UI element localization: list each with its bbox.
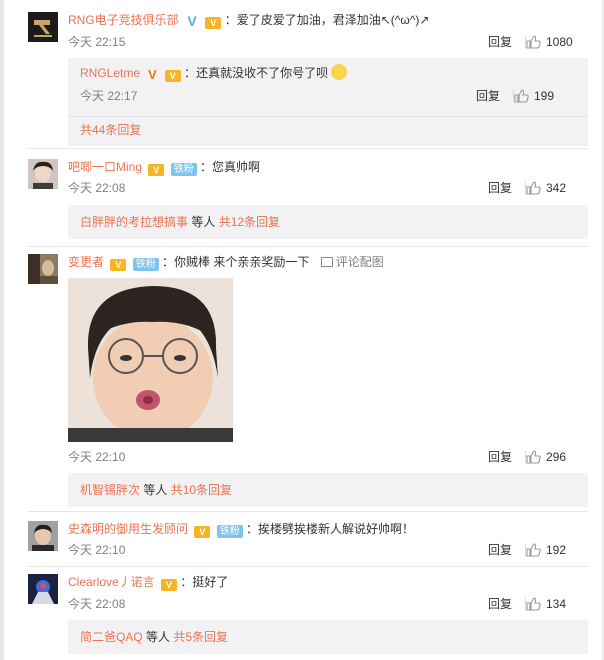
comment-divider (28, 511, 588, 512)
avatar[interactable] (28, 521, 58, 551)
more-replies-mid: 等人 (140, 483, 171, 497)
like-count: 296 (546, 450, 567, 464)
iron-fan-badge: 铁粉 (132, 258, 159, 271)
smiley-emoji-icon (331, 64, 348, 80)
comment-time: 今天 22:10 (68, 543, 126, 557)
comment-time: 今天 22:08 (68, 597, 126, 611)
comment-meta: 今天 22:10 回复 192 (68, 542, 588, 558)
thumbs-up-icon (526, 181, 541, 195)
comment-username[interactable]: 变更者 (68, 255, 104, 269)
vip-crown-icon: V (110, 259, 127, 271)
subreply-reply-button[interactable]: 回复 (476, 88, 500, 104)
left-scroll-rule (0, 0, 4, 660)
more-replies-link[interactable]: 共44条回复 (80, 123, 141, 137)
like-count: 192 (546, 543, 567, 557)
reply-button[interactable]: 回复 (488, 542, 512, 558)
comment-meta: 今天 22:08 回复 134 (68, 596, 588, 612)
iron-fan-badge: 铁粉 (216, 525, 243, 538)
comment-text: ：挨楼劈挨楼新人解说好帅啊！ (246, 522, 415, 536)
more-replies-box: 简二爸QAQ 等人 共5条回复 (68, 620, 588, 654)
more-replies-link[interactable]: 共10条回复 (171, 483, 232, 497)
like-count: 1080 (546, 35, 573, 49)
comment-picture[interactable] (68, 278, 233, 442)
thumbs-up-icon (526, 35, 541, 49)
comment-text: ：您真帅啊 (200, 160, 261, 174)
comment-time: 今天 22:08 (68, 181, 126, 195)
comment-meta: 今天 22:08 回复 342 (68, 180, 588, 196)
vip-crown-icon: V (205, 17, 222, 29)
comment-text: ：你贼棒 来个亲亲奖励一下 (162, 255, 310, 269)
comment-item: Clearlove丿诺言 V ：挺好了 今天 22:08 回复 134 简二爸Q… (28, 574, 588, 658)
comment-item: RNG电子竞技俱乐部 V V ：爱了皮爱了加油，君泽加油↖(^ω^)↗ 今天 2… (28, 12, 588, 147)
vip-crown-icon: V (161, 579, 178, 591)
subreply-text: ：还真就没收不了你号了呗 (184, 66, 329, 80)
avatar[interactable] (28, 254, 58, 284)
comment-item: 吧唧一口Ming V 铁粉 ：您真帅啊 今天 22:08 回复 342 白胖胖的… (28, 159, 588, 241)
comment-meta: 今天 22:15 回复 1080 (68, 34, 588, 50)
verified-v-icon: V (148, 67, 157, 82)
comment-meta: 今天 22:10 回复 296 (68, 449, 588, 465)
more-replies-user[interactable]: 简二爸QAQ (80, 630, 143, 644)
reply-button[interactable]: 回复 (488, 449, 512, 465)
vip-crown-icon: V (148, 164, 165, 176)
comment-text: ：爱了皮爱了加油，君泽加油↖(^ω^)↗ (224, 13, 430, 27)
more-replies-mid: 等人 (188, 215, 219, 229)
comment-text: ：挺好了 (180, 575, 229, 589)
more-replies-user[interactable]: 机智锡胖次 (80, 483, 140, 497)
thumbs-up-icon (526, 543, 541, 557)
vip-crown-icon: V (194, 526, 211, 538)
like-count: 199 (534, 89, 555, 103)
comment-username[interactable]: 吧唧一口Ming (68, 160, 142, 174)
comment-time: 今天 22:10 (68, 450, 126, 464)
comment-item: 史森明的御用生发顾问 V 铁粉 ：挨楼劈挨楼新人解说好帅啊！ 今天 22:10 … (28, 521, 588, 561)
vip-crown-icon: V (164, 70, 181, 82)
subreply-time: 今天 22:17 (80, 89, 138, 103)
more-replies-box: 机智锡胖次 等人 共10条回复 (68, 473, 588, 507)
comment-picture-link[interactable]: 评论配图 (336, 255, 384, 269)
avatar[interactable] (28, 574, 58, 604)
avatar[interactable] (28, 12, 58, 42)
reply-button[interactable]: 回复 (488, 180, 512, 196)
subreply-username[interactable]: RNGLetme (80, 66, 140, 80)
comment-username[interactable]: 史森明的御用生发顾问 (68, 522, 188, 536)
like-count: 134 (546, 597, 567, 611)
picture-icon (320, 257, 333, 267)
iron-fan-badge: 铁粉 (170, 163, 197, 176)
comment-divider (28, 148, 588, 149)
comment-username[interactable]: RNG电子竞技俱乐部 (68, 13, 179, 27)
subreply-box: RNGLetme V V ：还真就没收不了你号了呗 今天 22:17 回复 19… (68, 58, 588, 146)
thumbs-up-icon (526, 450, 541, 464)
comment-divider (28, 566, 588, 567)
reply-button[interactable]: 回复 (488, 34, 512, 50)
subreply-meta: 今天 22:17 回复 199 (80, 88, 576, 104)
avatar[interactable] (28, 159, 58, 189)
comment-time: 今天 22:15 (68, 35, 126, 49)
more-replies-box: 白胖胖的考拉想搞事 等人 共12条回复 (68, 205, 588, 239)
more-replies-link[interactable]: 共12条回复 (219, 215, 280, 229)
comment-divider (28, 246, 588, 247)
comment-username[interactable]: Clearlove丿诺言 (68, 575, 155, 589)
subreply-divider (68, 116, 588, 117)
more-replies-link[interactable]: 共5条回复 (173, 630, 228, 644)
like-count: 342 (546, 181, 567, 195)
thumbs-up-icon (514, 89, 529, 103)
verified-v-icon: V (187, 13, 197, 29)
more-replies-user[interactable]: 白胖胖的考拉想搞事 (80, 215, 188, 229)
thumbs-up-icon (526, 597, 541, 611)
comment-item: 变更者 V 铁粉 ：你贼棒 来个亲亲奖励一下 评论配图 今天 22:10 回复 … (28, 254, 588, 507)
more-replies-mid: 等人 (142, 630, 174, 644)
reply-button[interactable]: 回复 (488, 596, 512, 612)
